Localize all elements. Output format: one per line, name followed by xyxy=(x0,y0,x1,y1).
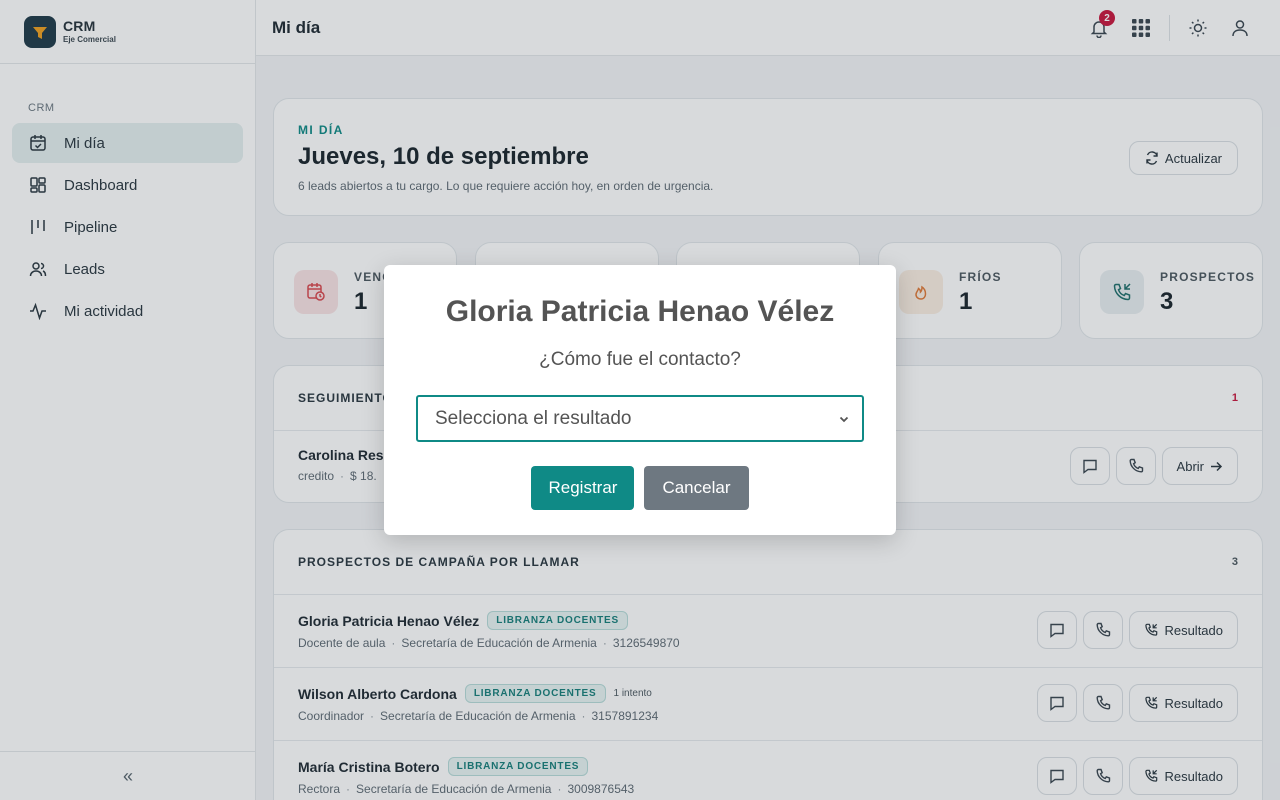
result-select[interactable]: Selecciona el resultado xyxy=(416,395,864,442)
contact-result-dialog: Gloria Patricia Henao Vélez ¿Cómo fue el… xyxy=(384,265,896,535)
chevron-down-icon xyxy=(838,413,850,425)
dialog-title: Gloria Patricia Henao Vélez xyxy=(445,295,835,328)
register-button[interactable]: Registrar xyxy=(531,466,635,510)
dialog-actions: Registrar Cancelar xyxy=(384,466,896,510)
result-select-value: Selecciona el resultado xyxy=(435,407,632,429)
dialog-question: ¿Cómo fue el contacto? xyxy=(539,349,741,370)
cancel-button[interactable]: Cancelar xyxy=(644,466,749,510)
